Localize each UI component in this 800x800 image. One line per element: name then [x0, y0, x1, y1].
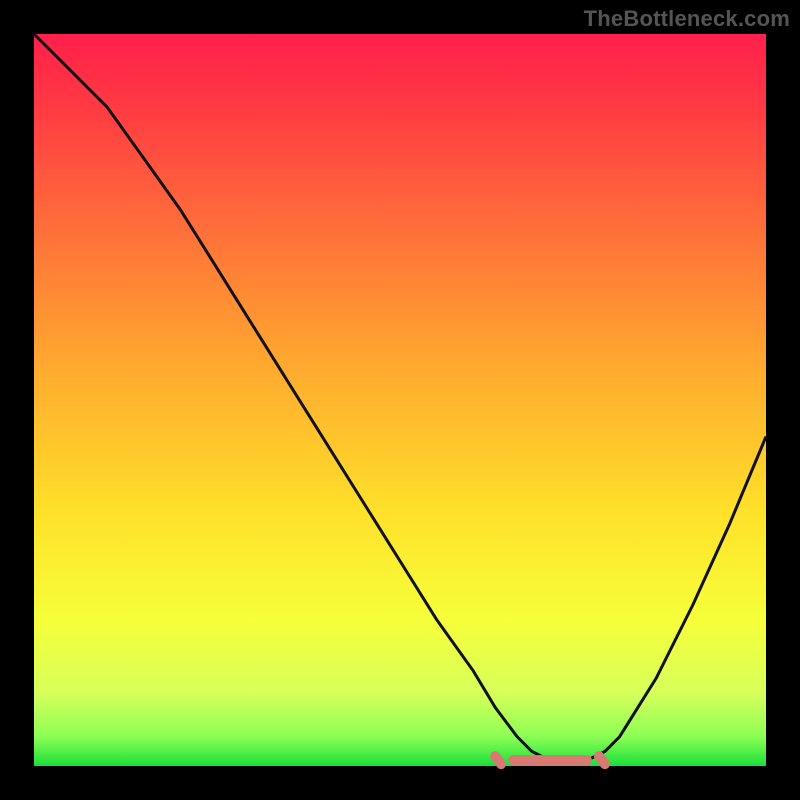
trough-marker — [494, 756, 606, 764]
plot-area — [34, 34, 766, 766]
curve-layer — [34, 34, 766, 766]
bottleneck-curve — [34, 34, 766, 762]
chart-frame: TheBottleneck.com — [0, 0, 800, 800]
watermark-text: TheBottleneck.com — [584, 6, 790, 32]
